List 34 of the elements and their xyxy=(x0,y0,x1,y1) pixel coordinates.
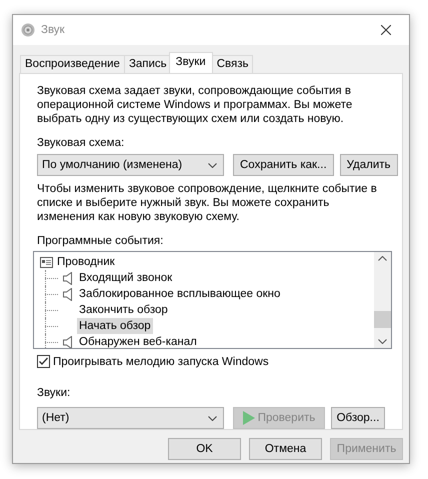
window-icon xyxy=(40,256,53,268)
tree-item[interactable]: Проводник xyxy=(38,254,117,270)
checkbox[interactable] xyxy=(37,355,50,368)
scheme-label: Звуковая схема: xyxy=(37,136,126,150)
scrollbar-thumb[interactable] xyxy=(374,310,391,328)
tree-item[interactable]: Начать обзор xyxy=(77,318,153,334)
save-as-button[interactable]: Сохранить как... xyxy=(233,154,334,176)
speaker-grille-icon xyxy=(21,23,35,37)
scheme-dropdown[interactable]: По умолчанию (изменена) xyxy=(37,154,224,176)
window-title: Звук xyxy=(41,24,66,36)
play-icon xyxy=(242,411,255,425)
scrollbar[interactable] xyxy=(374,252,391,348)
sounds-label: Звуки: xyxy=(37,386,72,400)
checkbox-label[interactable]: Проигрывать мелодию запуска Windows xyxy=(53,356,269,368)
chevron-down-icon[interactable] xyxy=(378,339,387,344)
cancel-button[interactable]: Отмена xyxy=(249,438,322,460)
ok-button[interactable]: OK xyxy=(168,438,241,460)
tree-item[interactable]: Закончить обзор xyxy=(77,302,170,318)
tab[interactable]: Связь xyxy=(212,55,254,73)
close-icon xyxy=(381,25,391,35)
tab[interactable]: Звуки xyxy=(168,52,213,73)
description-text: Звуковая схема задает звуки, сопровождающие события в операционной системе Windows и программах. Вы можете выбрать одну из существующих схем или создать новую. xyxy=(37,84,354,126)
tab[interactable]: Воспроизведение xyxy=(20,55,125,73)
events-label: Программные события: xyxy=(37,234,164,248)
sound-dropdown[interactable]: (Нет) xyxy=(37,407,224,429)
instructions-text: Чтобы изменить звуковое сопровождение, щелкните событие в списке и выберите нужный звук. Вы можете сохранить изменения как новую звуковую схему. xyxy=(37,182,378,224)
browse-button[interactable]: Обзор... xyxy=(331,407,385,429)
delete-button[interactable]: Удалить xyxy=(340,154,398,176)
chevron-down-icon xyxy=(208,416,217,420)
tree-item[interactable]: Обнаружен веб-канал xyxy=(77,334,199,348)
chevron-down-icon xyxy=(208,162,217,168)
chevron-up-icon[interactable] xyxy=(378,256,387,261)
tree-item[interactable]: Входящий звонок xyxy=(77,270,174,286)
tree-item[interactable]: Заблокированное всплывающее окно xyxy=(77,286,282,302)
